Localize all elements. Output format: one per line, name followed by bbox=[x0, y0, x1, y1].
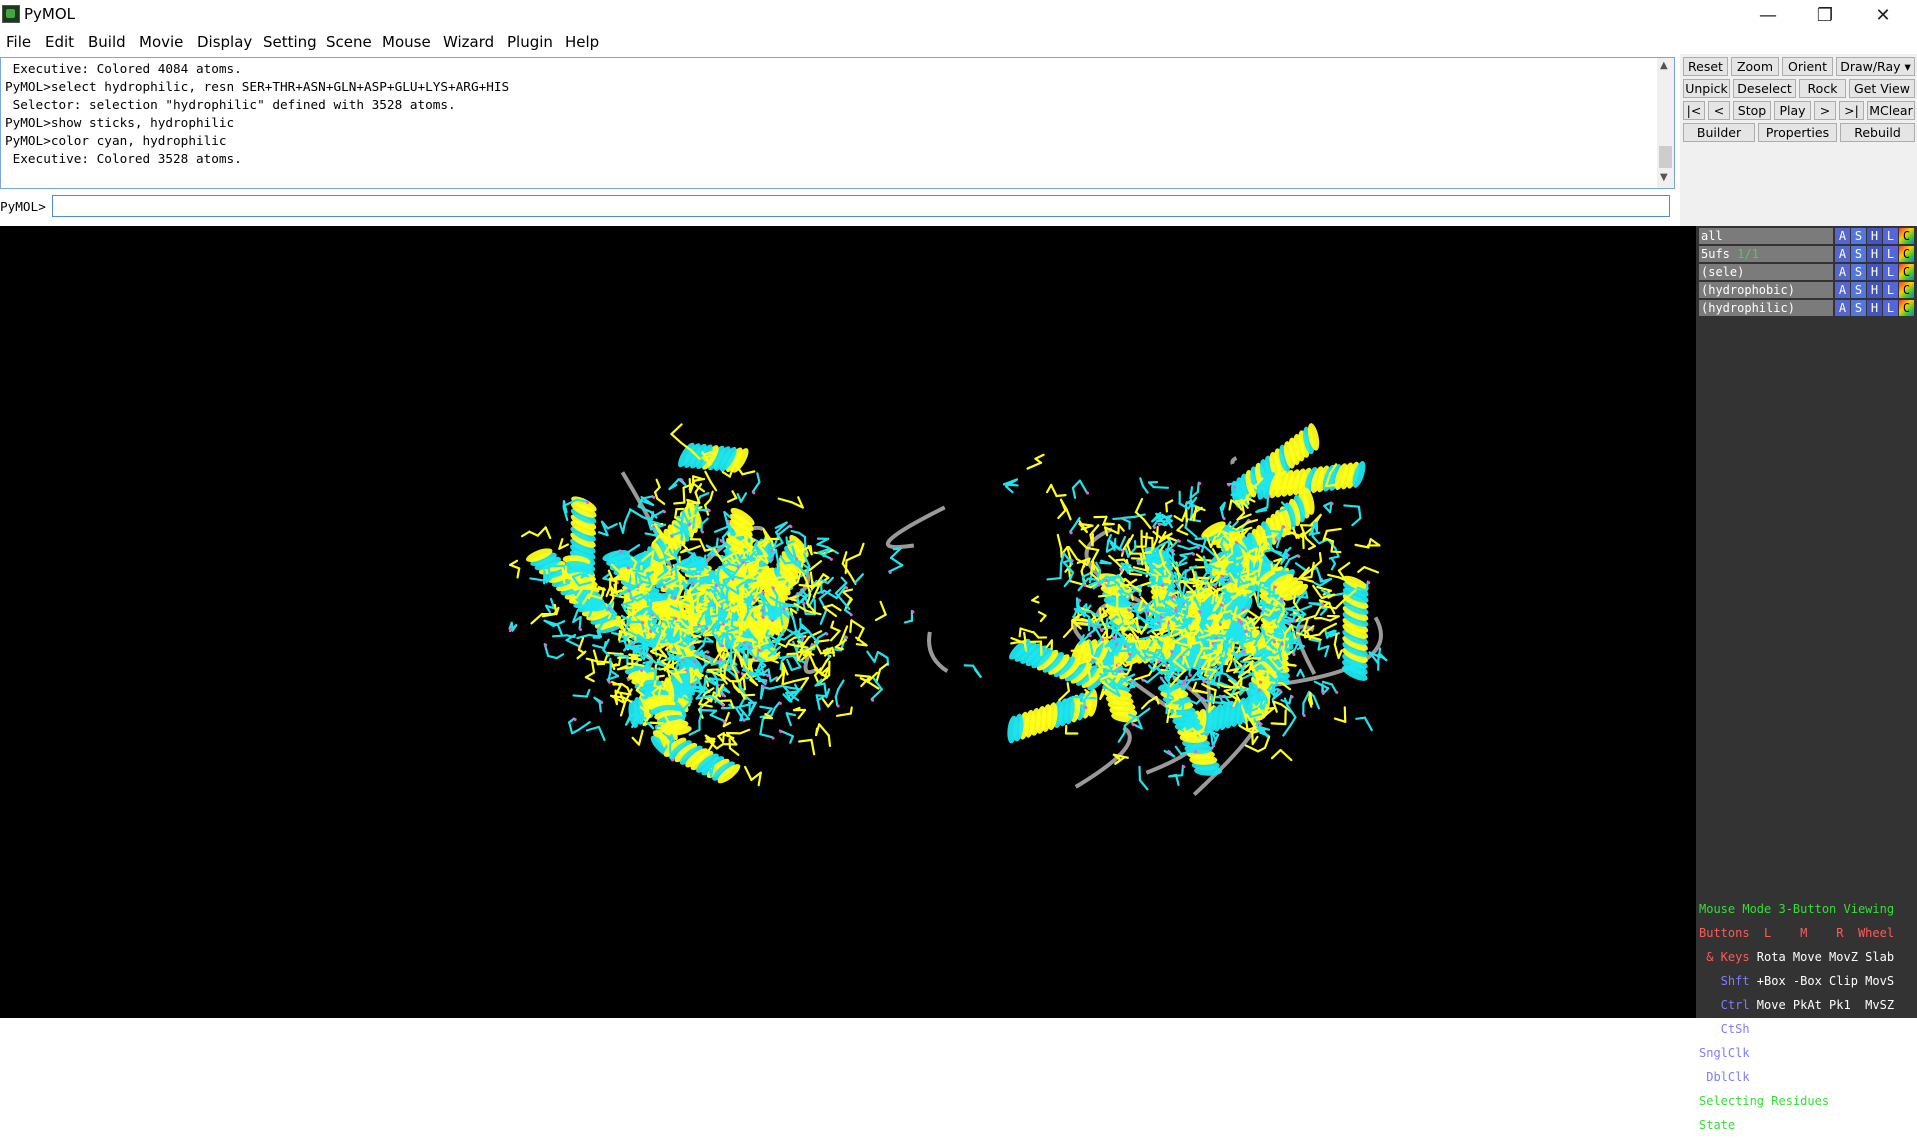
label-button[interactable]: L bbox=[1883, 228, 1898, 244]
menu-scene[interactable]: Scene bbox=[326, 33, 372, 51]
state-row: State 1/ 1 bbox=[1699, 1119, 1917, 1131]
buttons-header: Buttons L M R Wheel bbox=[1699, 927, 1917, 939]
log-line: PyMOL>select hydrophilic, resn SER+THR+A… bbox=[5, 78, 509, 96]
output-log[interactable]: Executive: Colored 4084 atoms.PyMOL>sele… bbox=[0, 57, 1675, 189]
color-button[interactable]: C bbox=[1899, 282, 1914, 298]
hide-button[interactable]: H bbox=[1867, 282, 1882, 298]
menu-build[interactable]: Build bbox=[88, 33, 126, 51]
end-button[interactable]: >| bbox=[1839, 101, 1864, 120]
label-button[interactable]: L bbox=[1883, 300, 1898, 316]
protein-structure-render bbox=[0, 226, 1696, 1018]
show-button[interactable]: S bbox=[1851, 300, 1866, 316]
rewind-button[interactable]: |< bbox=[1683, 101, 1705, 120]
log-line: PyMOL>color cyan, hydrophilic bbox=[5, 132, 509, 150]
hide-button[interactable]: H bbox=[1867, 228, 1882, 244]
pymol-app-icon bbox=[2, 5, 20, 23]
log-line: Executive: Colored 3528 atoms. bbox=[5, 150, 509, 168]
log-line: Selector: selection "hydrophilic" define… bbox=[5, 96, 509, 114]
keys-row: & Keys Rota Move MovZ Slab bbox=[1699, 951, 1917, 963]
log-line: Executive: Colored 4084 atoms. bbox=[5, 60, 509, 78]
get-view-button[interactable]: Get View bbox=[1849, 79, 1915, 98]
log-text: Executive: Colored 4084 atoms.PyMOL>sele… bbox=[5, 60, 509, 168]
unpick-button[interactable]: Unpick bbox=[1683, 79, 1730, 98]
action-button[interactable]: A bbox=[1835, 282, 1850, 298]
play-button[interactable]: Play bbox=[1774, 101, 1811, 120]
show-button[interactable]: S bbox=[1851, 282, 1866, 298]
log-line: PyMOL>show sticks, hydrophilic bbox=[5, 114, 509, 132]
object-row-5ufs[interactable]: 5ufs 1/1 A S H L C bbox=[1699, 246, 1917, 262]
log-scrollbar[interactable]: ▲ ▼ bbox=[1657, 58, 1674, 188]
scroll-up-arrow-icon[interactable]: ▲ bbox=[1660, 60, 1668, 71]
action-button[interactable]: A bbox=[1835, 228, 1850, 244]
object-name[interactable]: (hydrophilic) bbox=[1699, 300, 1833, 316]
rock-button[interactable]: Rock bbox=[1799, 79, 1846, 98]
color-button[interactable]: C bbox=[1899, 300, 1914, 316]
menu-help[interactable]: Help bbox=[565, 33, 599, 51]
object-name[interactable]: all bbox=[1699, 228, 1833, 244]
color-button[interactable]: C bbox=[1899, 246, 1914, 262]
menu-movie[interactable]: Movie bbox=[139, 33, 183, 51]
object-row-all[interactable]: all A S H L C bbox=[1699, 228, 1917, 244]
menu-wizard[interactable]: Wizard bbox=[443, 33, 494, 51]
menu-display[interactable]: Display bbox=[197, 33, 252, 51]
mouse-mode-panel: Mouse Mode 3-Button Viewing Buttons L M … bbox=[1699, 891, 1917, 1143]
color-button[interactable]: C bbox=[1899, 228, 1914, 244]
mouse-mode-title[interactable]: Mouse Mode 3-Button Viewing bbox=[1699, 903, 1917, 915]
menu-file[interactable]: File bbox=[6, 33, 31, 51]
close-button[interactable]: ✕ bbox=[1860, 0, 1906, 30]
builder-button[interactable]: Builder bbox=[1683, 123, 1755, 142]
menu-mouse[interactable]: Mouse bbox=[382, 33, 431, 51]
label-button[interactable]: L bbox=[1883, 246, 1898, 262]
object-row-hydrophobic[interactable]: (hydrophobic) A S H L C bbox=[1699, 282, 1917, 298]
command-input[interactable] bbox=[52, 195, 1670, 217]
hide-button[interactable]: H bbox=[1867, 300, 1882, 316]
object-row-hydrophilic[interactable]: (hydrophilic) A S H L C bbox=[1699, 300, 1917, 316]
deselect-button[interactable]: Deselect bbox=[1733, 79, 1796, 98]
menu-edit[interactable]: Edit bbox=[45, 33, 74, 51]
label-button[interactable]: L bbox=[1883, 282, 1898, 298]
zoom-button[interactable]: Zoom bbox=[1731, 57, 1779, 76]
orient-button[interactable]: Orient bbox=[1782, 57, 1833, 76]
show-button[interactable]: S bbox=[1851, 246, 1866, 262]
show-button[interactable]: S bbox=[1851, 228, 1866, 244]
action-button[interactable]: A bbox=[1835, 246, 1850, 262]
single-click-row: SnglClk +/- Cent Menu bbox=[1699, 1047, 1917, 1059]
stop-button[interactable]: Stop bbox=[1733, 101, 1771, 120]
menu-setting[interactable]: Setting bbox=[263, 33, 317, 51]
log-scroll-thumb[interactable] bbox=[1659, 146, 1672, 168]
selecting-mode[interactable]: Selecting Residues bbox=[1699, 1095, 1917, 1107]
action-button[interactable]: A bbox=[1835, 264, 1850, 280]
hide-button[interactable]: H bbox=[1867, 246, 1882, 262]
back-button[interactable]: < bbox=[1708, 101, 1730, 120]
hide-button[interactable]: H bbox=[1867, 264, 1882, 280]
scroll-down-arrow-icon[interactable]: ▼ bbox=[1660, 172, 1668, 183]
label-button[interactable]: L bbox=[1883, 264, 1898, 280]
restore-button[interactable]: ❐ bbox=[1802, 0, 1848, 30]
mclear-button[interactable]: MClear bbox=[1867, 101, 1915, 120]
rebuild-button[interactable]: Rebuild bbox=[1840, 123, 1915, 142]
color-button[interactable]: C bbox=[1899, 264, 1914, 280]
properties-button[interactable]: Properties bbox=[1758, 123, 1837, 142]
object-name[interactable]: 5ufs 1/1 bbox=[1699, 246, 1833, 262]
show-button[interactable]: S bbox=[1851, 264, 1866, 280]
forward-button[interactable]: > bbox=[1814, 101, 1836, 120]
ctrl-row: Ctrl Move PkAt Pk1 MvSZ bbox=[1699, 999, 1917, 1011]
object-name[interactable]: (sele) bbox=[1699, 264, 1833, 280]
object-row-sele[interactable]: (sele) A S H L C bbox=[1699, 264, 1917, 280]
action-button[interactable]: A bbox=[1835, 300, 1850, 316]
menu-bar: File Edit Build Movie Display Setting Sc… bbox=[0, 30, 1917, 54]
ctsh-row: CtSh Sele Orig Clip MovZ bbox=[1699, 1023, 1917, 1035]
molecular-viewer[interactable] bbox=[0, 226, 1696, 1018]
reset-button[interactable]: Reset bbox=[1683, 57, 1728, 76]
draw-ray-button[interactable]: Draw/Ray ▾ bbox=[1836, 57, 1915, 76]
window-title: PyMOL bbox=[24, 5, 75, 23]
double-click-row: DblClk Menu - PkAt bbox=[1699, 1071, 1917, 1083]
title-bar: PyMOL — ❐ ✕ bbox=[0, 0, 1917, 30]
shft-row: Shft +Box -Box Clip MovS bbox=[1699, 975, 1917, 987]
menu-plugin[interactable]: Plugin bbox=[507, 33, 553, 51]
object-name[interactable]: (hydrophobic) bbox=[1699, 282, 1833, 298]
minimize-button[interactable]: — bbox=[1745, 0, 1791, 30]
command-prompt-label: PyMOL> bbox=[0, 199, 46, 214]
